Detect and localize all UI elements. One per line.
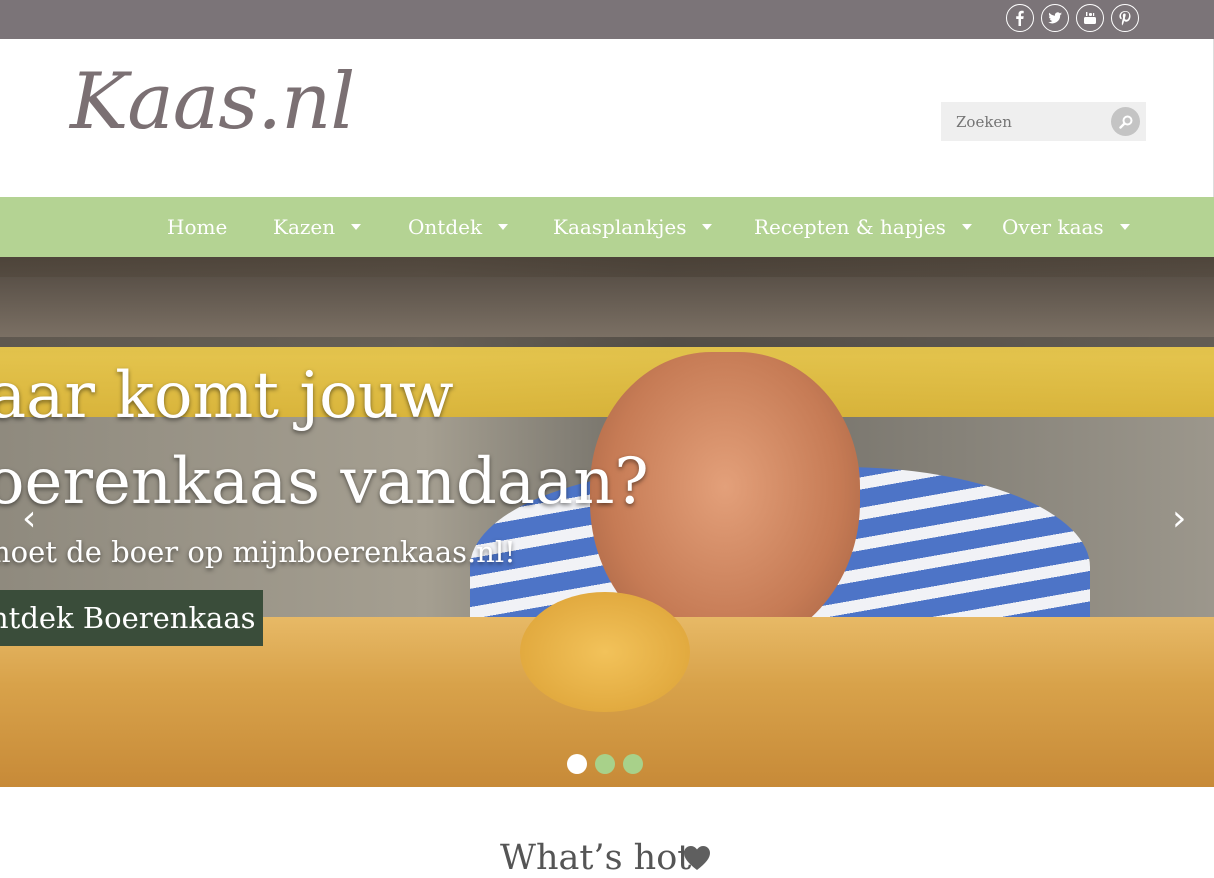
search-icon[interactable]	[1111, 107, 1140, 136]
pinterest-icon[interactable]	[1111, 4, 1139, 32]
nav-item-ontdek[interactable]: Ontdek	[408, 197, 509, 257]
slider-dot[interactable]	[595, 754, 615, 774]
heart-icon	[684, 846, 710, 870]
youtube-icon[interactable]	[1076, 4, 1104, 32]
slider-dot[interactable]	[623, 754, 643, 774]
facebook-icon[interactable]	[1006, 4, 1034, 32]
nav-item-kazen[interactable]: Kazen	[273, 197, 362, 257]
nav-item-home[interactable]: Home	[167, 197, 227, 257]
site-header: Kaas.nl	[0, 39, 1214, 197]
hero-cta-button[interactable]: ntdek Boerenkaas	[0, 590, 263, 646]
caret-down-icon	[351, 223, 362, 230]
caret-down-icon	[1119, 223, 1130, 230]
nav-item-recepten[interactable]: Recepten & hapjes	[754, 197, 972, 257]
site-logo[interactable]: Kaas.nl	[70, 57, 355, 147]
hero-subtitle: noet de boer op mijnboerenkaas.nl!	[0, 535, 516, 569]
hero-headline-line1: aar komt jouw	[0, 359, 454, 433]
top-bar	[0, 0, 1214, 39]
hero-image-cheese	[520, 592, 690, 712]
nav-item-over-kaas[interactable]: Over kaas	[1002, 197, 1130, 257]
nav-item-kaasplankjes[interactable]: Kaasplankjes	[553, 197, 713, 257]
slider-dot-active[interactable]	[567, 754, 587, 774]
slider-prev-icon[interactable]: ‹	[22, 499, 44, 539]
slider-next-icon[interactable]: ›	[1172, 499, 1194, 539]
hero-headline-line2: oerenkaas vandaan?	[0, 445, 649, 519]
search-input[interactable]	[941, 102, 1116, 141]
main-nav: Home Kazen Ontdek Kaasplankjes Recepten …	[0, 197, 1214, 257]
hero-slider: aar komt jouw oerenkaas vandaan? noet de…	[0, 257, 1214, 787]
section-title: What’s hot	[500, 838, 692, 878]
caret-down-icon	[498, 223, 509, 230]
twitter-icon[interactable]	[1041, 4, 1069, 32]
hero-image-shelf	[0, 277, 1214, 337]
caret-down-icon	[702, 223, 713, 230]
caret-down-icon	[961, 223, 972, 230]
search-box	[941, 102, 1146, 141]
